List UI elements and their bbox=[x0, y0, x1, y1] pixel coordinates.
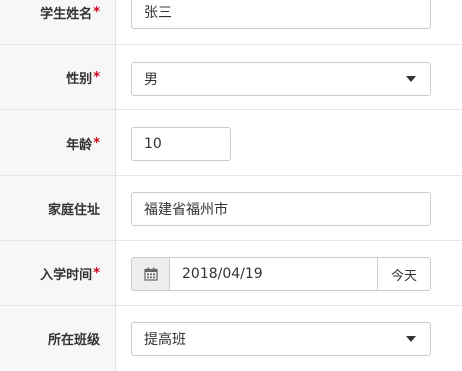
chevron-down-icon bbox=[406, 336, 416, 342]
row-gender: 性别 * 男 bbox=[0, 45, 462, 110]
enroll-date-input[interactable]: 2018/04/19 bbox=[170, 257, 377, 291]
required-mark: * bbox=[93, 69, 100, 85]
row-age: 年龄 * 10 bbox=[0, 111, 462, 176]
chevron-down-icon bbox=[406, 76, 416, 82]
row-address: 家庭住址 福建省福州市 bbox=[0, 176, 462, 241]
row-student-name: 学生姓名 * 张三 bbox=[0, 0, 462, 45]
row-enroll-date: 入学时间 * 2018/04/19 今天 bbox=[0, 241, 462, 306]
gender-select[interactable]: 男 bbox=[131, 62, 431, 96]
gender-label: 性别 * bbox=[66, 69, 100, 87]
class-label: 所在班级 bbox=[47, 333, 100, 348]
class-select[interactable]: 提高班 bbox=[131, 322, 431, 356]
address-input[interactable]: 福建省福州市 bbox=[131, 192, 431, 226]
required-mark: * bbox=[93, 135, 100, 151]
enroll-date-label: 入学时间 * bbox=[40, 265, 100, 283]
age-input[interactable]: 10 bbox=[131, 127, 231, 161]
calendar-icon bbox=[143, 267, 158, 281]
student-form: 学生姓名 * 张三 性别 * 男 年龄 * 10 家庭住址 福建省福州市 入学时… bbox=[0, 0, 462, 371]
today-button[interactable]: 今天 bbox=[377, 257, 431, 291]
student-name-label: 学生姓名 * bbox=[40, 4, 100, 22]
address-label: 家庭住址 bbox=[47, 202, 100, 218]
row-class: 所在班级 提高班 bbox=[0, 306, 462, 371]
required-mark: * bbox=[93, 265, 100, 281]
student-name-input[interactable]: 张三 bbox=[131, 0, 431, 29]
required-mark: * bbox=[93, 4, 100, 20]
age-label: 年龄 * bbox=[66, 135, 100, 153]
enroll-date-picker: 2018/04/19 今天 bbox=[131, 257, 431, 291]
calendar-addon[interactable] bbox=[131, 257, 170, 291]
